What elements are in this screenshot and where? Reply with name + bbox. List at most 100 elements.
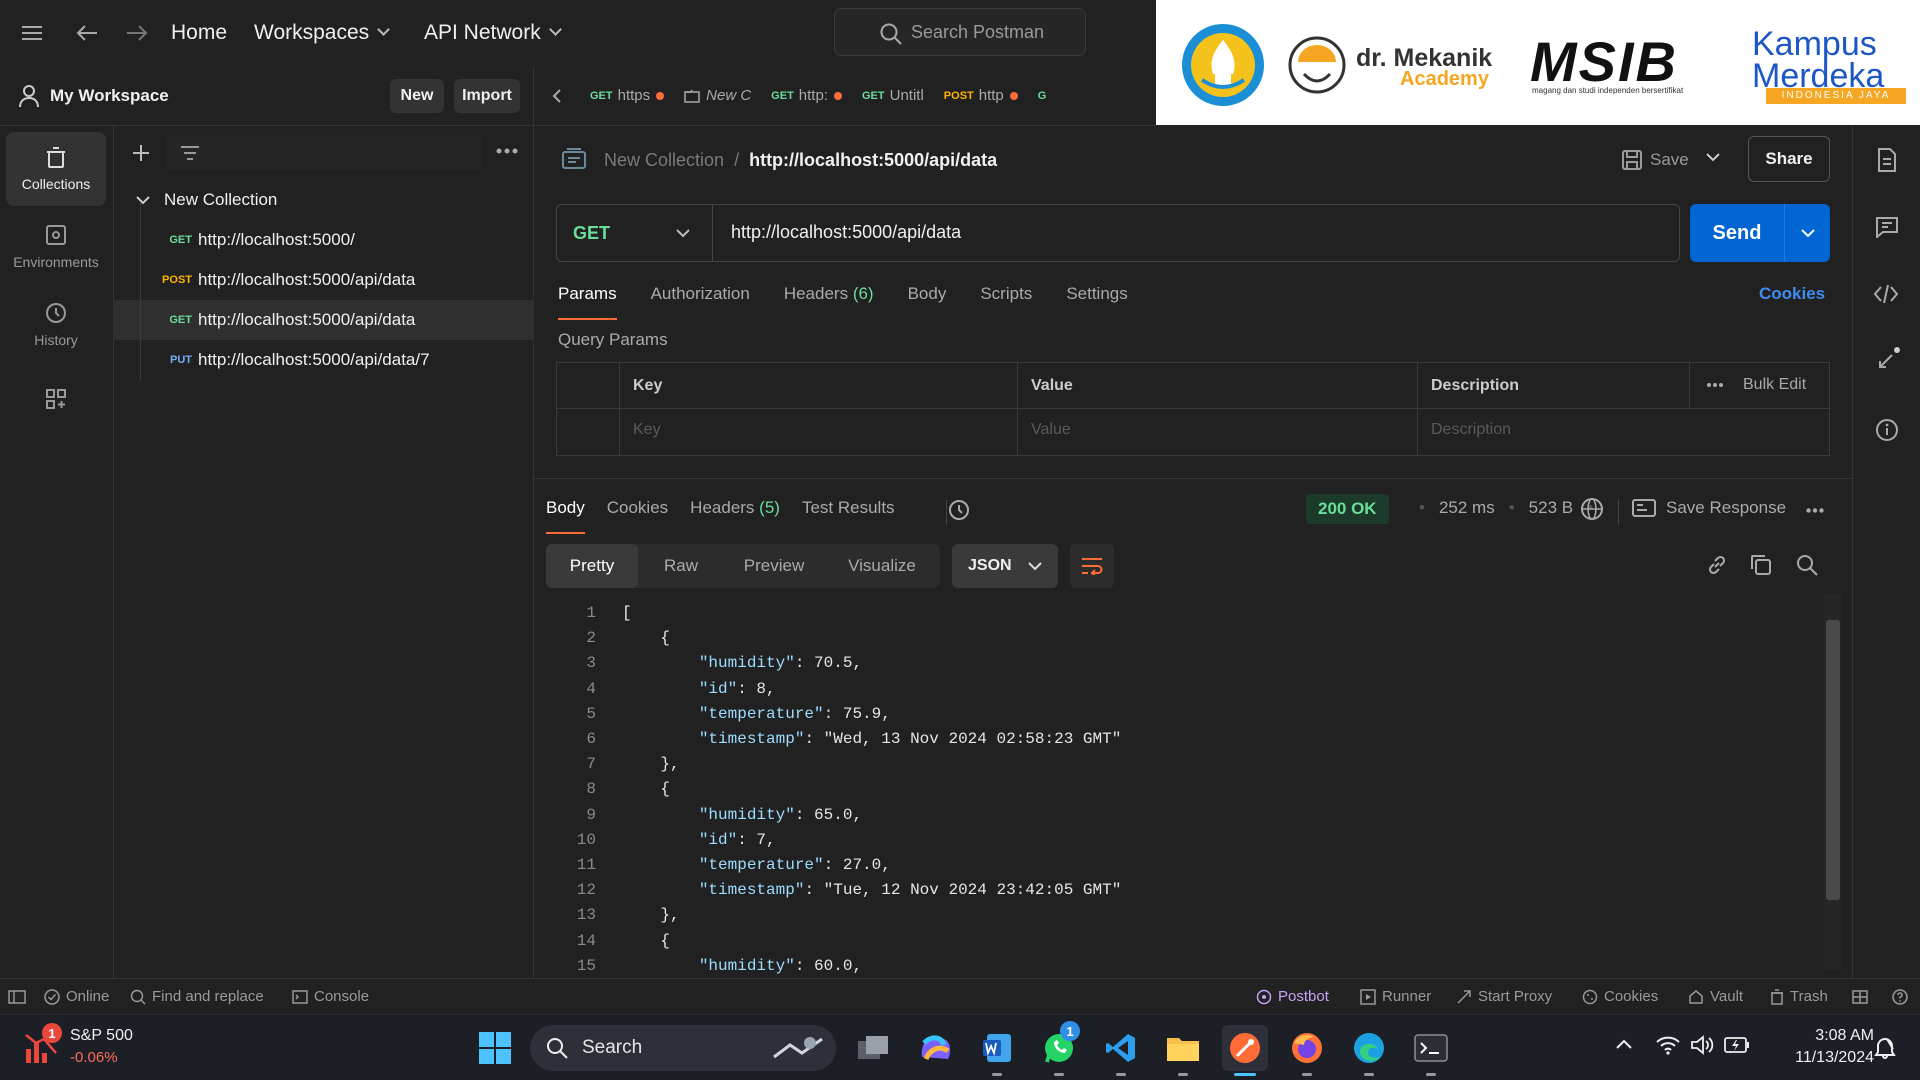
battery-icon[interactable]: [1724, 1037, 1750, 1053]
request-tab[interactable]: GET Untitl: [852, 66, 934, 126]
send-button[interactable]: Send: [1690, 204, 1784, 262]
clock-time[interactable]: 3:08 AM: [1770, 1027, 1874, 1045]
scrollbar-track[interactable]: [1824, 594, 1842, 970]
cookies-button[interactable]: Cookies: [1582, 988, 1658, 1005]
add-collection-icon[interactable]: [132, 144, 150, 162]
globe-icon[interactable]: [1580, 497, 1604, 521]
documentation-icon[interactable]: [1877, 148, 1897, 172]
response-tab-test-results[interactable]: Test Results: [802, 498, 895, 532]
forward-arrow-icon[interactable]: [126, 0, 148, 66]
taskbar-search[interactable]: Search: [530, 1025, 836, 1071]
tab-headers[interactable]: Headers (6): [784, 284, 874, 318]
file-explorer-icon[interactable]: [1160, 1025, 1206, 1071]
save-response-button[interactable]: Save Response: [1632, 498, 1786, 518]
more-options-icon[interactable]: [496, 148, 518, 154]
save-button[interactable]: Save: [1622, 140, 1708, 180]
search-postman-input[interactable]: Search Postman: [834, 8, 1086, 56]
workspaces-menu[interactable]: Workspaces: [254, 0, 388, 66]
filter-collections-input[interactable]: [166, 136, 482, 170]
code-icon[interactable]: [1873, 284, 1899, 304]
help-icon[interactable]: [1892, 988, 1908, 1005]
method-select[interactable]: GET: [557, 205, 713, 261]
menu-icon[interactable]: [22, 0, 42, 66]
import-button[interactable]: Import: [454, 79, 520, 113]
format-select[interactable]: JSON: [952, 544, 1058, 588]
tab-params[interactable]: Params: [558, 284, 617, 320]
vscode-icon[interactable]: [1098, 1025, 1144, 1071]
value-input[interactable]: Value: [1031, 421, 1071, 439]
save-options-chevron-icon[interactable]: [1706, 152, 1720, 162]
vault-button[interactable]: Vault: [1688, 988, 1743, 1005]
tab-authorization[interactable]: Authorization: [651, 284, 750, 318]
response-size[interactable]: 523 B: [1529, 498, 1573, 518]
wifi-icon[interactable]: [1656, 1035, 1680, 1055]
rail-collections[interactable]: Collections: [6, 132, 106, 206]
workspace-name[interactable]: My Workspace: [50, 86, 169, 106]
collection-item[interactable]: New Collection: [114, 180, 534, 220]
api-network-menu[interactable]: API Network: [424, 0, 560, 66]
runner-button[interactable]: Runner: [1360, 988, 1431, 1005]
tab-body[interactable]: Body: [908, 284, 947, 318]
sidebar-request-item[interactable]: PUT http://localhost:5000/api/data/7: [114, 340, 534, 380]
tabs-scroll-left-icon[interactable]: [534, 66, 580, 126]
more-options-icon[interactable]: [1806, 508, 1824, 513]
share-button[interactable]: Share: [1748, 136, 1830, 182]
bulk-edit-button[interactable]: Bulk Edit: [1743, 376, 1806, 394]
response-tab-headers[interactable]: Headers (5): [690, 498, 780, 532]
tab-scripts[interactable]: Scripts: [980, 284, 1032, 318]
description-input[interactable]: Description: [1431, 421, 1511, 439]
info-icon[interactable]: [1875, 418, 1899, 442]
start-proxy-button[interactable]: Start Proxy: [1456, 988, 1552, 1005]
show-hidden-icons-chevron-icon[interactable]: [1616, 1039, 1632, 1049]
layout-toggle-icon[interactable]: [1852, 989, 1868, 1004]
terminal-icon[interactable]: [1408, 1025, 1454, 1071]
view-visualize[interactable]: Visualize: [824, 556, 940, 576]
response-time[interactable]: 252 ms: [1439, 498, 1495, 518]
breadcrumb-collection[interactable]: New Collection: [604, 150, 724, 171]
response-tab-body[interactable]: Body: [546, 498, 585, 534]
back-arrow-icon[interactable]: [76, 0, 98, 66]
sidebar-request-item[interactable]: POST http://localhost:5000/api/data: [114, 260, 534, 300]
comments-icon[interactable]: [1875, 216, 1899, 238]
link-icon[interactable]: [1706, 554, 1728, 576]
edge-icon[interactable]: [1346, 1025, 1392, 1071]
breadcrumb-request[interactable]: http://localhost:5000/api/data: [749, 150, 997, 171]
console-button[interactable]: Console: [292, 988, 369, 1005]
postman-icon[interactable]: [1222, 1025, 1268, 1071]
copy-icon[interactable]: [1750, 554, 1772, 576]
cookies-link[interactable]: Cookies: [1759, 284, 1825, 304]
new-button[interactable]: New: [390, 79, 444, 113]
online-status[interactable]: Online: [44, 988, 109, 1005]
volume-icon[interactable]: [1690, 1035, 1714, 1055]
status-badge[interactable]: 200 OK: [1306, 494, 1389, 524]
find-replace-button[interactable]: Find and replace: [130, 988, 264, 1005]
collection-tab[interactable]: New C: [674, 66, 761, 126]
search-icon[interactable]: [1796, 554, 1818, 576]
word-icon[interactable]: [974, 1025, 1020, 1071]
clock-date[interactable]: 11/13/2024: [1770, 1049, 1874, 1067]
postbot-button[interactable]: Postbot: [1256, 988, 1329, 1005]
sidebar-request-item[interactable]: GET http://localhost:5000/: [114, 220, 534, 260]
view-pretty[interactable]: Pretty: [546, 544, 638, 588]
windows-start-icon[interactable]: [472, 1025, 518, 1071]
tab-settings[interactable]: Settings: [1066, 284, 1127, 318]
firefox-icon[interactable]: [1284, 1025, 1330, 1071]
stock-name[interactable]: S&P 500: [70, 1027, 133, 1045]
response-tab-cookies[interactable]: Cookies: [607, 498, 668, 532]
rail-configure[interactable]: [6, 366, 106, 440]
send-options-chevron-icon[interactable]: [1784, 204, 1830, 262]
notification-bell-icon[interactable]: [1874, 1035, 1896, 1059]
toggle-sidebar-icon[interactable]: [8, 989, 26, 1004]
sidebar-request-item-selected[interactable]: GET http://localhost:5000/api/data: [114, 300, 534, 340]
more-options-icon[interactable]: [1707, 383, 1723, 387]
wrap-lines-icon[interactable]: [1070, 544, 1114, 588]
url-input[interactable]: http://localhost:5000/api/data: [731, 222, 961, 243]
response-history-icon[interactable]: [946, 498, 972, 522]
request-tab[interactable]: GET https: [580, 66, 674, 126]
request-tab[interactable]: POST http: [934, 66, 1028, 126]
response-body-editor[interactable]: 1 [2 {3 "humidity": 70.5, 4 "id": 8, 5 "tem…: [534, 594, 1824, 975]
scrollbar-thumb[interactable]: [1826, 620, 1840, 900]
rail-environments[interactable]: Environments: [6, 210, 106, 284]
related-collections-icon[interactable]: [1875, 346, 1901, 372]
view-raw[interactable]: Raw: [638, 556, 724, 576]
